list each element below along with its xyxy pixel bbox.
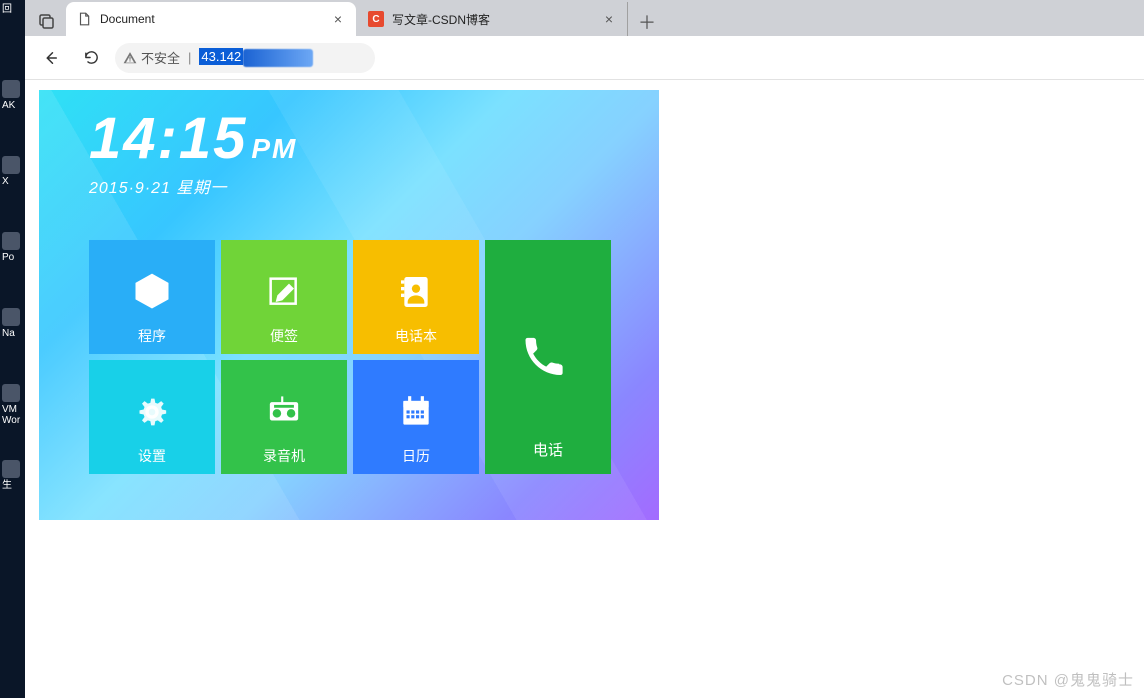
desk-label: VM Wor [2, 404, 24, 426]
new-tab-button[interactable]: ＋ [633, 8, 661, 36]
tile-calendar[interactable]: 日历 [353, 360, 479, 474]
watermark: CSDN @鬼鬼骑士 [1002, 669, 1134, 690]
radio-icon [262, 390, 306, 434]
gear-icon [130, 390, 174, 434]
tile-label: 设置 [138, 446, 166, 466]
desk-label: X [2, 176, 24, 187]
file-icon [76, 11, 92, 27]
desk-app-icon [2, 80, 20, 98]
tab-title: Document [100, 12, 330, 26]
separator: | [188, 50, 191, 65]
tile-grid: 程序 便签 电话本 [89, 240, 611, 474]
clock-time: 14:15 [89, 106, 247, 171]
desk-app-icon [2, 308, 20, 326]
url-redacted [243, 49, 313, 67]
note-edit-icon [262, 270, 306, 314]
url-selected: 43.142 [199, 48, 243, 65]
tile-phone[interactable]: 电话 [485, 240, 611, 474]
desk-app-icon [2, 384, 20, 402]
desk-label: Na [2, 328, 24, 339]
page-content: 14:15PM 2015·9·21 星期一 程序 便签 [25, 80, 1144, 520]
tab-csdn[interactable]: C 写文章-CSDN博客 × [358, 2, 628, 36]
tile-label: 电话 [533, 439, 563, 460]
browser-window: Document × C 写文章-CSDN博客 × ＋ 不安全 | 43.142 [25, 0, 1144, 698]
insecure-badge: 不安全 [123, 48, 180, 67]
address-bar[interactable]: 不安全 | 43.142 [115, 43, 375, 73]
desk-label: Po [2, 252, 24, 263]
tile-label: 录音机 [263, 446, 305, 466]
tab-overview-button[interactable] [29, 6, 65, 36]
csdn-icon: C [368, 11, 384, 27]
tile-label: 程序 [138, 326, 166, 346]
tab-document[interactable]: Document × [66, 2, 356, 36]
back-button[interactable] [35, 42, 67, 74]
tile-recorder[interactable]: 录音机 [221, 360, 347, 474]
box-icon [130, 270, 174, 314]
tile-label: 便签 [270, 326, 298, 346]
clock-ampm: PM [251, 133, 297, 164]
desk-app-icon [2, 232, 20, 250]
desktop-background-strip: 回 AK X Po Na VM Wor 生 [0, 0, 25, 698]
close-icon[interactable]: × [601, 11, 617, 27]
desk-label: 回 [2, 4, 24, 15]
close-icon[interactable]: × [330, 11, 346, 27]
url-text: 43.142 [199, 49, 313, 67]
launcher-panel: 14:15PM 2015·9·21 星期一 程序 便签 [39, 90, 659, 520]
calendar-icon [394, 390, 438, 434]
insecure-label: 不安全 [141, 48, 180, 67]
clock-date: 2015·9·21 星期一 [89, 174, 297, 198]
tabstrip: Document × C 写文章-CSDN博客 × ＋ [25, 0, 1144, 36]
contacts-icon [394, 270, 438, 314]
tab-title: 写文章-CSDN博客 [392, 11, 601, 28]
tile-programs[interactable]: 程序 [89, 240, 215, 354]
tile-notes[interactable]: 便签 [221, 240, 347, 354]
warning-icon [123, 51, 137, 65]
tile-label: 电话本 [395, 326, 437, 346]
desk-app-icon [2, 460, 20, 478]
toolbar: 不安全 | 43.142 [25, 36, 1144, 80]
phone-icon [520, 329, 576, 385]
tile-contacts[interactable]: 电话本 [353, 240, 479, 354]
tile-label: 日历 [402, 446, 430, 466]
clock-widget: 14:15PM 2015·9·21 星期一 [89, 110, 297, 198]
reload-button[interactable] [75, 42, 107, 74]
desk-label: 生 [2, 480, 24, 491]
desk-label: AK [2, 100, 24, 111]
desk-app-icon [2, 156, 20, 174]
tile-settings[interactable]: 设置 [89, 360, 215, 474]
